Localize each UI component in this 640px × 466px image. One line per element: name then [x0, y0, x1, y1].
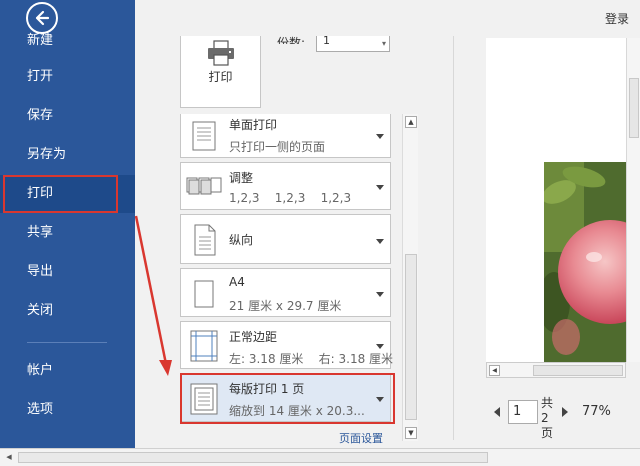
scrollbar-thumb[interactable] [629, 78, 639, 138]
preview-vertical-scrollbar[interactable] [626, 38, 640, 362]
setting-collate[interactable]: 调整 1,2,3 1,2,3 1,2,3 [180, 162, 391, 210]
dropdown-arrow-icon [376, 239, 384, 244]
paper-size-icon [194, 280, 214, 308]
scroll-up-icon[interactable]: ▲ [405, 116, 417, 128]
window-horizontal-scrollbar[interactable]: ◀ [0, 448, 640, 466]
scrollbar-thumb[interactable] [533, 365, 623, 376]
setting-orientation[interactable]: 纵向 [180, 214, 391, 264]
nav-open[interactable]: 打开 [0, 58, 135, 96]
copies-input[interactable]: 1 ▾ [316, 35, 390, 52]
setting-sides[interactable]: 单面打印 只打印一侧的页面 [180, 114, 391, 158]
margins-icon [190, 330, 218, 362]
setting-margins[interactable]: 正常边距 左: 3.18 厘米 右: 3.18 厘米 [180, 321, 393, 369]
backstage-sidebar: 新建 打开 保存 另存为 打印 共享 导出 关闭 帐户 选项 [0, 0, 135, 448]
nav-close[interactable]: 关闭 [0, 292, 135, 330]
dropdown-arrow-icon [376, 292, 384, 297]
scrollbar-thumb[interactable] [405, 254, 417, 420]
print-button-label: 打印 [208, 70, 233, 84]
print-highlight-box [3, 175, 118, 213]
nav-options[interactable]: 选项 [0, 391, 135, 429]
zoom-level[interactable]: 77% [582, 404, 611, 419]
copies-spinner-icon[interactable]: ▾ [382, 39, 386, 49]
pages-per-sheet-highlight-box [180, 373, 395, 424]
page-setup-link[interactable]: 页面设置 [339, 430, 383, 446]
setting-paper-size[interactable]: A4 21 厘米 x 29.7 厘米 [180, 268, 391, 317]
nav-account[interactable]: 帐户 [0, 352, 135, 390]
scrollbar-thumb[interactable] [18, 452, 488, 463]
settings-scrollbar[interactable]: ▲ ▼ [402, 114, 418, 441]
next-page-icon[interactable] [562, 407, 568, 417]
dropdown-arrow-icon [376, 344, 384, 349]
page-total-label: 共 2 页 [541, 396, 554, 440]
printer-icon [208, 40, 234, 66]
dropdown-arrow-icon [376, 185, 384, 190]
print-button[interactable]: 打印 [180, 36, 261, 108]
preview-apple-photo [544, 162, 626, 362]
nav-export[interactable]: 导出 [0, 253, 135, 291]
collate-icon [186, 177, 222, 195]
nav-new[interactable]: 新建 [0, 24, 135, 54]
previous-page-icon[interactable] [494, 407, 500, 417]
nav-save-as[interactable]: 另存为 [0, 136, 135, 174]
panel-divider [453, 36, 454, 440]
copies-label: 份数: [277, 36, 306, 44]
portrait-icon [194, 224, 216, 256]
single-sided-icon [192, 121, 216, 151]
scroll-left-icon[interactable]: ◀ [3, 452, 15, 463]
nav-save[interactable]: 保存 [0, 97, 135, 135]
login-link[interactable]: 登录 [605, 10, 629, 27]
dropdown-arrow-icon [376, 134, 384, 139]
nav-share[interactable]: 共享 [0, 214, 135, 252]
page-number-input[interactable]: 1 [508, 400, 538, 424]
nav-divider [27, 342, 107, 343]
scroll-left-icon[interactable]: ◀ [489, 365, 500, 376]
preview-horizontal-scrollbar[interactable]: ◀ [486, 362, 626, 378]
scroll-down-icon[interactable]: ▼ [405, 427, 417, 439]
